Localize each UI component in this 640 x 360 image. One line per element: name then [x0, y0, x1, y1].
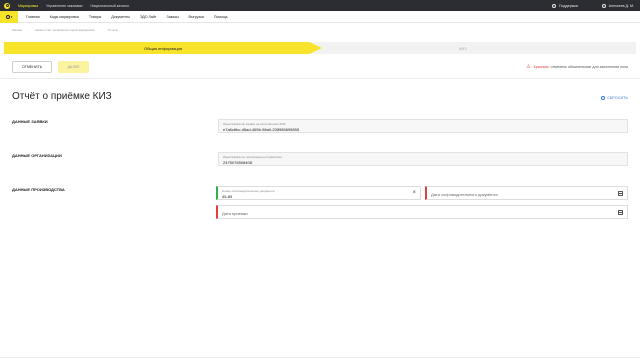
breadcrumb-item[interactable]: Заказ-отчёт на эмиссию кодов маркировки — [35, 28, 95, 32]
top-bar: Маркировка Управление заказами Националь… — [0, 0, 640, 11]
menu-toggle-button[interactable]: ▾ — [0, 10, 18, 23]
bottom-divider — [0, 357, 640, 358]
menu-item-help[interactable]: Помощь — [214, 15, 228, 19]
step-kiz[interactable]: КИЗ — [459, 42, 467, 54]
menu-item-goods[interactable]: Товары — [89, 15, 101, 19]
doc-date-field[interactable]: Дата сопроводительного документа — [425, 186, 628, 200]
doc-number-label: Номер сопроводительного документа — [222, 189, 275, 193]
top-nav-order-management[interactable]: Управление заказами — [46, 4, 82, 8]
menu-item-home[interactable]: Главная — [26, 15, 40, 19]
top-nav-national-catalog[interactable]: Национальный каталог — [91, 4, 130, 8]
calendar-icon[interactable] — [618, 190, 623, 196]
support-link[interactable]: Поддержка — [559, 4, 578, 8]
breadcrumb-separator: › — [28, 28, 30, 32]
menu-item-documents[interactable]: Документы — [111, 15, 130, 19]
organization-id-label: Идентификатор организации-отправителя — [223, 155, 282, 159]
user-icon — [601, 3, 606, 8]
menu-item-exports[interactable]: Выгрузки — [189, 15, 204, 19]
required-note-red-word: Красным — [533, 65, 549, 69]
menu-item-marking-codes[interactable]: Коды маркировки — [50, 15, 79, 19]
doc-number-field[interactable]: Номер сопроводительного документа 45-89 … — [216, 186, 421, 200]
doc-number-value: 45-89 — [222, 193, 233, 199]
reset-label: СБРОСИТЬ — [607, 96, 628, 100]
required-fields-note: ⚠ Красным отмечены обязательные для запо… — [526, 64, 628, 70]
organization-id-field[interactable]: Идентификатор организации-отправителя 24… — [218, 152, 628, 166]
page-title: Отчёт о приёмке КИЗ — [12, 91, 112, 102]
breadcrumb-item[interactable]: Заказы — [12, 28, 22, 32]
calendar-icon[interactable] — [618, 209, 623, 215]
order-id-field[interactable]: Идентификатор заявки на изготовление КИЗ… — [218, 119, 628, 133]
breadcrumb: Заказы › Заказ-отчёт на эмиссию кодов ма… — [12, 28, 124, 32]
headset-icon — [552, 3, 557, 8]
menu-item-edo-lite[interactable]: ЭДО Лайт — [140, 15, 157, 19]
menu-icon — [5, 14, 10, 19]
organization-id-value: 2475076508408 — [223, 159, 252, 165]
next-button[interactable]: ДАЛЕЕ — [58, 61, 89, 73]
top-right-area: Поддержка Алексеев Д. М. — [552, 0, 634, 11]
cancel-button[interactable]: ОТМЕНИТЬ — [12, 61, 52, 73]
required-note-text: отмечены обязательные для заполнения пол… — [550, 65, 628, 69]
app-logo-icon[interactable] — [4, 2, 10, 9]
progress-stepper: Общая информация КИЗ — [4, 42, 636, 54]
chevron-down-icon: ▾ — [10, 14, 13, 19]
section-organization-label: ДАННЫЕ ОРГАНИЗАЦИИ — [12, 153, 62, 158]
top-nav: Маркировка Управление заказами Националь… — [18, 4, 137, 8]
section-production-label: ДАННЫЕ ПРОИЗВОДСТВА — [12, 187, 65, 192]
acceptance-date-placeholder: Дата приемки — [222, 211, 248, 216]
main-menu: Главная Коды маркировки Товары Документы… — [26, 15, 238, 19]
warning-icon: ⚠ — [526, 64, 531, 70]
breadcrumb-current: Отчёты — [107, 28, 119, 32]
order-id-value: e7a6c6bc-d5ad-465b-98a0-208985695855 — [223, 126, 300, 132]
main-menu-bar: ▾ Главная Коды маркировки Товары Докумен… — [0, 10, 640, 23]
clear-icon[interactable]: × — [412, 190, 416, 196]
divider — [0, 78, 640, 79]
reset-button[interactable]: СБРОСИТЬ — [601, 96, 628, 100]
section-order-label: ДАННЫЕ ЗАЯВКИ — [12, 119, 48, 124]
reset-icon — [601, 96, 606, 100]
doc-date-placeholder: Дата сопроводительного документа — [431, 192, 498, 197]
top-nav-marking[interactable]: Маркировка — [18, 4, 38, 8]
breadcrumb-separator: › — [100, 28, 102, 32]
menu-item-orders[interactable]: Заказы — [167, 15, 179, 19]
user-menu[interactable]: Алексеев Д. М. — [609, 4, 634, 8]
order-id-label: Идентификатор заявки на изготовление КИЗ — [223, 122, 286, 126]
acceptance-date-field[interactable]: Дата приемки — [216, 205, 628, 219]
step-general-info[interactable]: Общая информация — [4, 42, 322, 54]
